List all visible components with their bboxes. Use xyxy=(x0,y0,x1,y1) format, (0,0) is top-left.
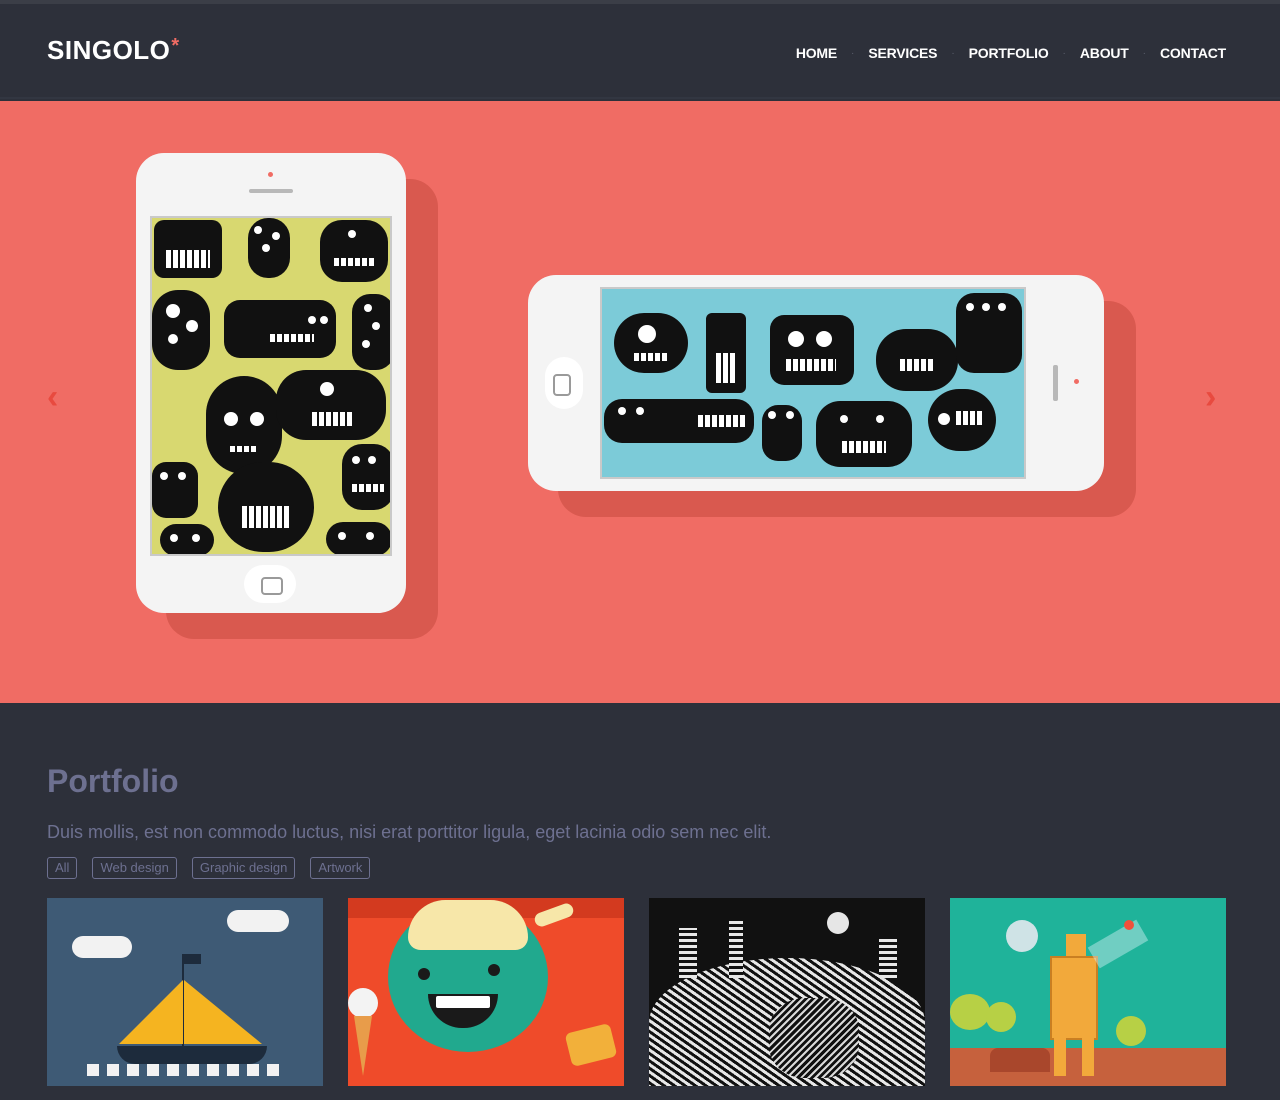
filter-web-design[interactable]: Web design xyxy=(92,857,177,879)
site-header: SINGOLO* HOME · SERVICES · PORTFOLIO · A… xyxy=(0,4,1280,99)
phone-camera xyxy=(1074,379,1079,384)
nav-home[interactable]: HOME xyxy=(796,45,837,61)
logo-asterisk: * xyxy=(171,35,180,57)
phone-speaker xyxy=(1053,365,1058,401)
phone-home-button xyxy=(244,565,296,603)
portfolio-filters: All Web design Graphic design Artwork xyxy=(47,857,371,879)
nav-about[interactable]: ABOUT xyxy=(1080,45,1129,61)
phone-horizontal-screen xyxy=(600,287,1026,479)
chevron-left-icon[interactable]: ‹ xyxy=(47,378,58,417)
portfolio-item-sailboat[interactable] xyxy=(47,898,323,1086)
portfolio-grid xyxy=(47,898,1226,1086)
portfolio-item-robot[interactable] xyxy=(950,898,1226,1086)
nav-separator: · xyxy=(951,47,955,59)
filter-all[interactable]: All xyxy=(47,857,78,879)
filter-artwork[interactable]: Artwork xyxy=(310,857,371,879)
nav-separator: · xyxy=(1142,47,1146,59)
chevron-right-icon[interactable]: › xyxy=(1205,378,1216,417)
site-logo[interactable]: SINGOLO* xyxy=(47,35,180,66)
portfolio-item-city[interactable] xyxy=(649,898,925,1086)
hero-slider: ‹ › xyxy=(0,101,1280,703)
main-nav: HOME · SERVICES · PORTFOLIO · ABOUT · CO… xyxy=(796,45,1226,61)
portfolio-description: Duis mollis, est non commodo luctus, nis… xyxy=(47,822,772,842)
portfolio-title: Portfolio xyxy=(47,763,179,799)
nav-portfolio[interactable]: PORTFOLIO xyxy=(969,45,1049,61)
phone-vertical[interactable] xyxy=(136,153,406,613)
nav-services[interactable]: SERVICES xyxy=(868,45,937,61)
phone-speaker xyxy=(249,189,293,193)
phone-horizontal[interactable] xyxy=(528,275,1104,491)
phone-home-button xyxy=(545,357,583,409)
nav-separator: · xyxy=(1062,47,1066,59)
nav-contact[interactable]: CONTACT xyxy=(1160,45,1226,61)
nav-separator: · xyxy=(851,47,855,59)
portfolio-item-girl[interactable] xyxy=(348,898,624,1086)
filter-graphic-design[interactable]: Graphic design xyxy=(191,857,296,879)
phone-vertical-screen xyxy=(150,216,392,556)
phone-camera xyxy=(268,172,273,177)
